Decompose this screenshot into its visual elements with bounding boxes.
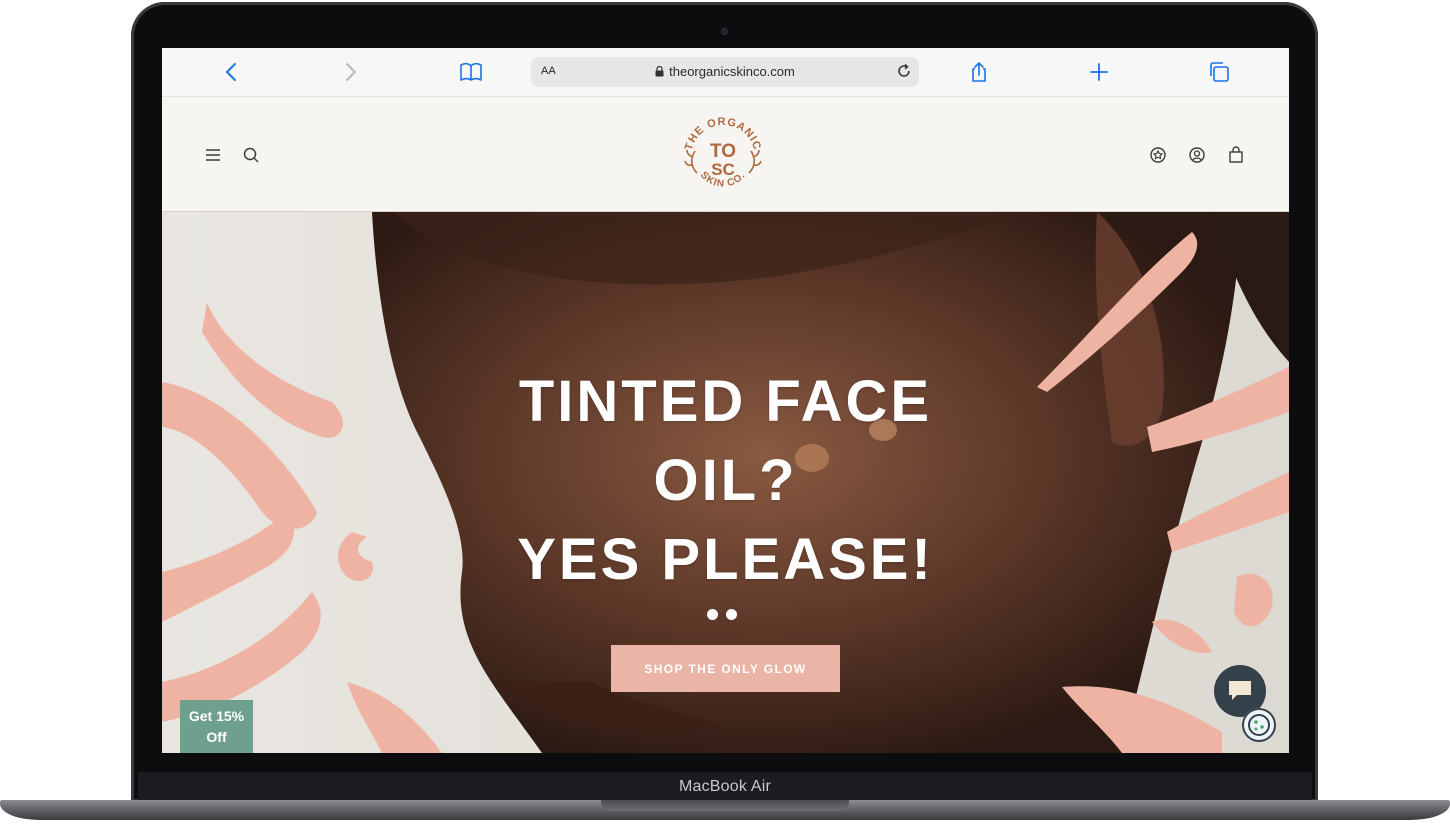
share-icon[interactable] — [967, 60, 991, 84]
rewards-icon[interactable] — [1148, 145, 1168, 165]
chat-icon — [1229, 681, 1251, 700]
new-tab-icon[interactable] — [1087, 60, 1111, 84]
tabs-icon[interactable] — [1207, 60, 1231, 84]
account-icon[interactable] — [1187, 145, 1207, 165]
bookmarks-icon[interactable] — [459, 60, 483, 84]
logo-mark: TO — [710, 141, 736, 162]
address-bar[interactable]: AA theorganicskinco.com — [531, 57, 919, 87]
discount-line1: Get 15% — [188, 708, 245, 724]
cart-icon[interactable] — [1226, 145, 1246, 165]
browser-toolbar: AA theorganicskinco.com — [162, 48, 1289, 97]
shop-the-only-glow-button[interactable]: SHOP THE ONLY GLOW — [611, 645, 840, 692]
forward-icon[interactable] — [338, 60, 362, 84]
device-label: MacBook Air — [678, 778, 771, 795]
laptop-brand-bar: MacBook Air — [138, 772, 1312, 802]
site-header: THE ORGANIC SKIN CO. TO SC — [162, 97, 1289, 212]
discount-line2: Off — [206, 729, 227, 745]
hero-banner: TINTED FACE OIL? YES PLEASE! SHOP THE ON… — [162, 212, 1289, 753]
slider-dots — [707, 609, 747, 621]
site-logo[interactable]: THE ORGANIC SKIN CO. TO SC — [675, 109, 771, 201]
hero-headline-line2: OIL? — [653, 448, 798, 513]
back-icon[interactable] — [220, 60, 244, 84]
discount-tab[interactable]: Get 15% Off — [180, 700, 253, 753]
screen: AA theorganicskinco.com THE ORGANIC SKIN… — [162, 48, 1289, 753]
hero-headline-line1: TINTED FACE — [518, 369, 933, 434]
menu-icon[interactable] — [203, 145, 223, 165]
logo-mark2: SC — [711, 160, 735, 179]
reload-icon[interactable] — [895, 62, 913, 80]
slider-dot-1[interactable] — [707, 609, 718, 620]
url-text: theorganicskinco.com — [669, 64, 795, 79]
camera — [721, 28, 728, 35]
cookie-icon[interactable] — [1242, 708, 1276, 742]
laptop-notch — [601, 800, 849, 811]
search-icon[interactable] — [241, 145, 261, 165]
hero-headline-line3: YES PLEASE! — [517, 527, 934, 592]
lock-icon — [655, 66, 664, 77]
slider-dot-2[interactable] — [726, 609, 737, 620]
